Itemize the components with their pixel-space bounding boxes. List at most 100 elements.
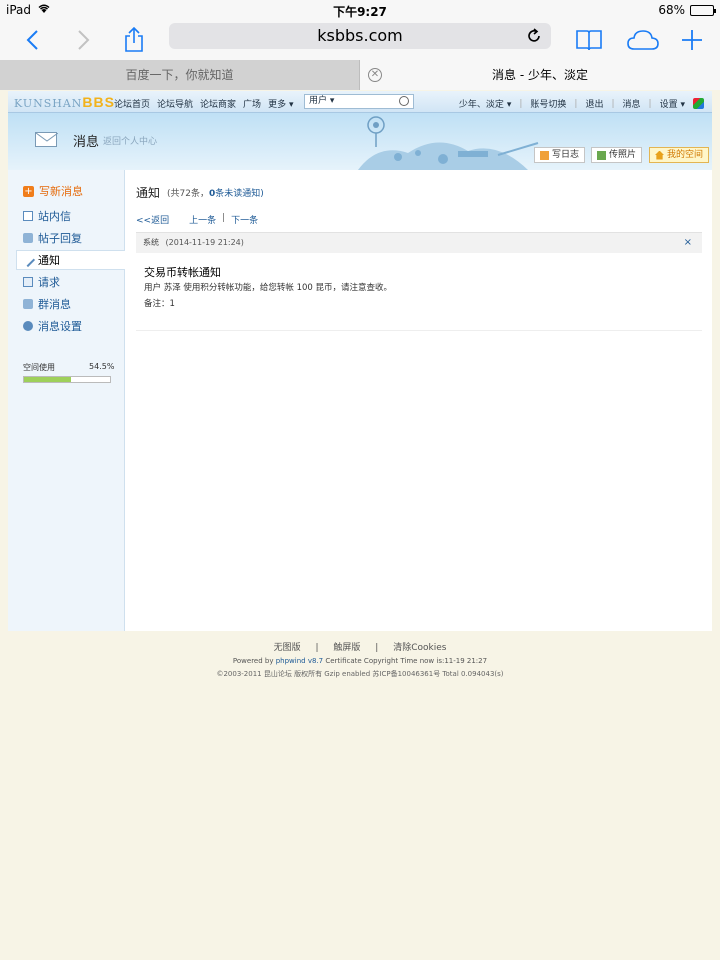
forum-nav: KUNSHANBBS 论坛首页 论坛导航 论坛商家 广场 更多 ▾ 用户 ▾ 少… xyxy=(8,91,712,113)
nav-guide-link[interactable]: 论坛导航 xyxy=(157,97,193,110)
back-to-profile-link[interactable]: 返回个人中心 xyxy=(103,134,157,147)
footer-divider: | xyxy=(315,643,319,653)
page-title: 消息 xyxy=(73,135,100,150)
space-usage-percent: 54.5% xyxy=(89,362,115,371)
space-usage-label: 空间使用 xyxy=(23,363,55,372)
close-icon[interactable]: ✕ xyxy=(368,68,382,82)
message-note: 备注：1 xyxy=(144,299,175,309)
close-icon[interactable]: × xyxy=(684,233,692,253)
photo-icon xyxy=(597,150,606,160)
clear-cookies-link[interactable]: 清除Cookies xyxy=(393,643,446,653)
forum-logo[interactable]: KUNSHANBBS xyxy=(14,94,115,110)
chevron-left-icon xyxy=(26,30,38,50)
address-bar[interactable]: ksbbs.com xyxy=(169,23,551,49)
message-sender: 系统 xyxy=(143,238,159,247)
nav-square-link[interactable]: 广场 xyxy=(243,97,261,110)
message-header: 系统 (2014-11-19 21:24) × xyxy=(136,232,702,253)
tab-label: 百度一下，你就知道 xyxy=(125,68,234,82)
clock: 下午9:27 xyxy=(333,5,387,19)
nav-links: 论坛首页 论坛导航 论坛商家 广场 更多 ▾ xyxy=(114,97,293,110)
home-icon xyxy=(655,150,664,160)
unread-link[interactable]: 条未读通知) xyxy=(215,189,264,199)
sidebar-item-message-settings[interactable]: 消息设置 xyxy=(23,318,82,334)
no-image-link[interactable]: 无图版 xyxy=(274,643,301,653)
book-icon xyxy=(576,30,602,51)
footer-links: 无图版 | 触屏版 | 清除Cookies xyxy=(0,640,720,653)
document-icon xyxy=(23,277,33,287)
tab-baidu[interactable]: 百度一下，你就知道 xyxy=(0,60,360,90)
search-type-select[interactable]: 用户 ▾ xyxy=(304,94,414,109)
message-body: 用户 苏泽 使用积分转帐功能，给您转帐 100 昆币，请注意查收。 xyxy=(144,283,393,293)
nav-divider: | xyxy=(611,98,615,109)
chat-icon xyxy=(23,299,33,309)
reload-icon[interactable] xyxy=(525,27,543,45)
browser-toolbar: ksbbs.com xyxy=(0,20,720,60)
settings-link[interactable]: 设置 ▾ xyxy=(660,97,685,110)
sidebar-item-inbox[interactable]: 站内信 xyxy=(23,208,71,224)
sidebar: + 写新消息 站内信 帖子回复 通知 请求 群消息 消息设置 空间使用 54.5… xyxy=(8,170,126,631)
caret-down-icon: ▾ xyxy=(288,100,294,110)
username-link[interactable]: 少年、淡定 ▾ xyxy=(459,97,511,110)
page-banner: 消息 返回个人中心 写日志 传照片 我的空间 xyxy=(8,113,712,170)
nav-divider: | xyxy=(574,98,578,109)
back-link[interactable]: <<返回 xyxy=(136,213,169,226)
section-title: 通知 xyxy=(136,186,161,200)
message-nav: <<返回 上一条 | 下一条 xyxy=(136,213,258,226)
write-diary-button[interactable]: 写日志 xyxy=(534,147,586,163)
banner-decoration-icon xyxy=(358,116,539,170)
footer-powered: Powered by phpwind v8.7 Certificate Copy… xyxy=(232,657,488,665)
write-message-link[interactable]: + 写新消息 xyxy=(23,183,83,199)
caret-down-icon: ▾ xyxy=(680,100,685,110)
space-usage-fill xyxy=(24,377,71,382)
sidebar-item-post-replies[interactable]: 帖子回复 xyxy=(23,230,82,246)
touch-version-link[interactable]: 触屏版 xyxy=(333,643,360,653)
cloud-icon xyxy=(627,30,659,50)
url-text: ksbbs.com xyxy=(317,26,403,45)
envelope-icon xyxy=(23,211,33,221)
divider xyxy=(136,330,702,331)
next-link[interactable]: 下一条 xyxy=(231,213,258,226)
nav-user-area: 少年、淡定 ▾ | 账号切换 | 退出 | 消息 | 设置 ▾ xyxy=(459,97,704,110)
sidebar-item-group-messages[interactable]: 群消息 xyxy=(23,296,71,312)
caret-down-icon: ▾ xyxy=(506,100,512,110)
pencil-icon xyxy=(20,252,36,268)
envelope-icon xyxy=(35,132,59,147)
gear-icon xyxy=(23,321,33,331)
forward-button[interactable] xyxy=(68,24,100,56)
phpwind-link[interactable]: phpwind v8.7 xyxy=(276,657,323,665)
sidebar-item-notifications[interactable]: 通知 xyxy=(16,250,126,270)
caret-down-icon: ▾ xyxy=(329,96,335,106)
nav-divider: | xyxy=(648,98,652,109)
bookmarks-button[interactable] xyxy=(573,24,605,56)
my-space-button[interactable]: 我的空间 xyxy=(649,147,710,163)
tab-bar: 百度一下，你就知道 ✕ 消息 - 少年、淡定 xyxy=(0,60,720,90)
footer-copyright: ©2003-2011 昆山论坛 版权所有 Gzip enabled 苏ICP备1… xyxy=(216,670,504,678)
main-content: 通知 (共72条，0条未读通知) <<返回 上一条 | 下一条 系统 (2014… xyxy=(125,170,712,631)
logout-link[interactable]: 退出 xyxy=(585,97,603,110)
icloud-tabs-button[interactable] xyxy=(625,24,661,56)
switch-account-link[interactable]: 账号切换 xyxy=(530,97,566,110)
nav-divider: | xyxy=(222,213,226,223)
comment-icon xyxy=(23,233,33,243)
tab-label: 消息 - 少年、淡定 xyxy=(492,68,588,82)
messages-link[interactable]: 消息 xyxy=(623,97,641,110)
search-icon[interactable] xyxy=(399,96,409,106)
nav-more-link[interactable]: 更多 ▾ xyxy=(268,97,293,110)
back-button[interactable] xyxy=(16,24,48,56)
app-icon[interactable] xyxy=(693,98,704,109)
nav-merchant-link[interactable]: 论坛商家 xyxy=(200,97,236,110)
sidebar-item-requests[interactable]: 请求 xyxy=(23,274,60,290)
pencil-icon xyxy=(540,150,549,160)
prev-link[interactable]: 上一条 xyxy=(189,213,216,226)
upload-photo-button[interactable]: 传照片 xyxy=(591,147,643,163)
new-tab-button[interactable] xyxy=(676,24,708,56)
nav-home-link[interactable]: 论坛首页 xyxy=(114,97,150,110)
share-icon xyxy=(125,27,143,52)
tab-messages[interactable]: ✕ 消息 - 少年、淡定 xyxy=(360,60,720,90)
battery-percent: 68% xyxy=(658,3,685,17)
plus-icon: + xyxy=(23,185,34,197)
space-usage-bar xyxy=(23,376,111,383)
share-button[interactable] xyxy=(118,24,150,56)
footer-divider: | xyxy=(375,643,379,653)
chevron-right-icon xyxy=(78,30,90,50)
